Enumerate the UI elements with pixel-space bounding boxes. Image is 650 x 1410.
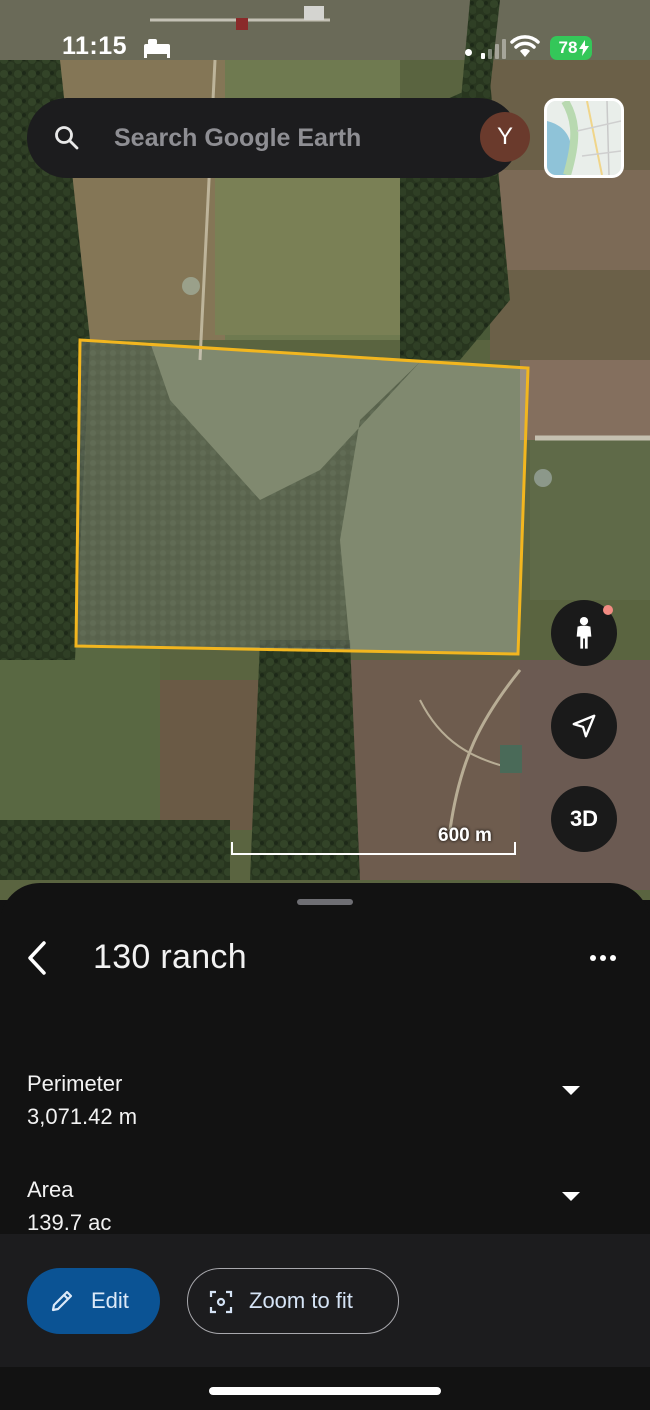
zoom-to-fit-button[interactable]: Zoom to fit <box>187 1268 399 1334</box>
caret-down-icon[interactable] <box>560 1189 582 1203</box>
search-bar[interactable]: Search Google Earth Y <box>27 98 530 178</box>
area-label: Area <box>27 1177 74 1202</box>
project-title: 130 ranch <box>93 938 247 976</box>
my-location-button[interactable] <box>551 693 617 759</box>
search-input[interactable]: Search Google Earth <box>114 120 434 156</box>
status-bar: 11:15 78 <box>0 0 650 96</box>
perimeter-row[interactable]: Perimeter 3,071.42 m <box>0 1071 650 1151</box>
3d-toggle-button[interactable]: 3D <box>551 786 617 852</box>
notification-dot <box>603 605 613 615</box>
map-layers-button[interactable] <box>544 98 624 178</box>
recording-dot-icon <box>465 49 472 56</box>
action-bar: Edit Zoom to fit <box>0 1234 650 1367</box>
sleep-focus-icon <box>144 39 170 58</box>
avatar[interactable]: Y <box>480 112 530 162</box>
more-options-button[interactable] <box>585 943 621 973</box>
back-button[interactable] <box>20 935 56 981</box>
battery-icon: 78 <box>550 36 592 60</box>
drag-handle[interactable] <box>297 899 353 905</box>
search-icon <box>55 126 79 150</box>
map-layers-icon <box>547 101 621 175</box>
edit-button[interactable]: Edit <box>27 1268 160 1334</box>
pegman-icon <box>576 616 592 649</box>
navigation-arrow-icon <box>572 714 596 738</box>
perimeter-value: 3,071.42 m <box>27 1104 138 1129</box>
scale-bar <box>231 842 516 855</box>
zoom-to-fit-label: Zoom to fit <box>249 1288 353 1313</box>
edit-label: Edit <box>91 1288 129 1313</box>
home-indicator[interactable] <box>209 1387 441 1395</box>
bottom-sheet: 130 ranch Perimeter 3,071.42 m Area 139.… <box>0 883 650 1410</box>
charging-bolt-icon <box>579 40 589 56</box>
focus-frame-icon <box>209 1290 233 1314</box>
street-view-button[interactable] <box>551 600 617 666</box>
perimeter-label: Perimeter <box>27 1071 123 1096</box>
pencil-icon <box>51 1290 73 1312</box>
area-value: 139.7 ac <box>27 1210 112 1235</box>
status-time: 11:15 <box>62 32 128 60</box>
more-icon <box>590 955 616 961</box>
chevron-left-icon <box>28 941 46 975</box>
signal-icon <box>481 39 506 59</box>
wifi-icon <box>510 35 540 57</box>
caret-down-icon[interactable] <box>560 1083 582 1097</box>
battery-level: 78 <box>558 38 578 57</box>
measured-polygon <box>74 338 530 656</box>
